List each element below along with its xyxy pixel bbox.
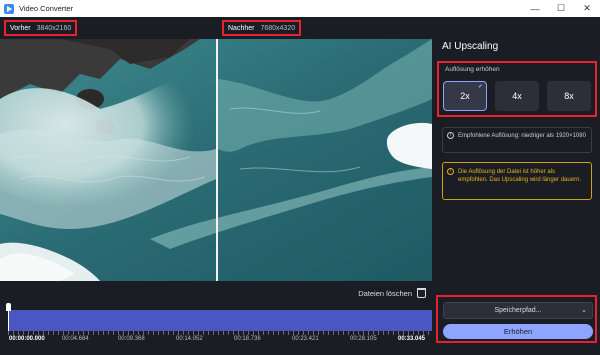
timeline-ruler	[8, 331, 432, 335]
timecode: 00:18.736	[234, 336, 261, 342]
timecode: 00:23.421	[292, 336, 319, 342]
output-group: Speicherpfad... ⌄ Erhöhen	[436, 295, 597, 343]
timeline-area: Dateien löschen 00:00:00.000 00:04.684 0…	[0, 281, 432, 355]
scale-4x-button[interactable]: 4x	[495, 81, 539, 111]
after-resolution: 7680x4320	[260, 24, 296, 32]
scale-option-label: 2x	[460, 91, 470, 101]
info-icon: i	[447, 132, 454, 139]
video-preview[interactable]	[0, 39, 432, 281]
check-icon: ✔	[477, 84, 483, 90]
timecode: 00:00:00.000	[9, 336, 45, 342]
delete-files-label: Dateien löschen	[358, 288, 412, 298]
warning-icon: !	[447, 168, 454, 175]
timeline-track[interactable]	[8, 310, 432, 331]
upscale-factor-group: Auflösung erhöhen 2x ✔ 4x 8x	[437, 61, 597, 117]
upscale-button[interactable]: Erhöhen	[443, 324, 593, 339]
before-badge: Vorher 3840x2160	[4, 20, 78, 36]
scale-2x-button[interactable]: 2x ✔	[443, 81, 487, 111]
recommended-resolution-note: i Empfohlene Auflösung: niedriger als 19…	[442, 127, 592, 153]
close-button[interactable]: ✕	[574, 0, 600, 17]
resolution-warning: ! Die Auflösung der Datei ist höher als …	[442, 162, 592, 200]
timecode: 00:28.105	[350, 336, 377, 342]
timecode-row: 00:00:00.000 00:04.684 00:09.368 00:14.0…	[0, 336, 432, 346]
save-path-label: Speicherpfad...	[494, 307, 542, 314]
timecode: 00:04.684	[62, 336, 89, 342]
scale-option-label: 4x	[512, 91, 522, 101]
maximize-button[interactable]: ☐	[548, 0, 574, 17]
warning-text: Die Auflösung der Datei ist höher als em…	[458, 169, 582, 184]
before-label: Vorher	[10, 24, 31, 32]
minimize-button[interactable]: —	[522, 0, 548, 17]
window-title: Video Converter	[19, 4, 74, 13]
timecode: 00:09.368	[118, 336, 145, 342]
preview-header: Vorher 3840x2160 Nachher 7680x4320	[0, 17, 432, 39]
after-badge: Nachher 7680x4320	[222, 20, 302, 36]
info-text: Empfohlene Auflösung: niedriger als 1920…	[458, 133, 586, 139]
timeline-playhead[interactable]	[6, 303, 11, 331]
title-bar: Video Converter — ☐ ✕	[0, 0, 600, 17]
delete-files-button[interactable]: Dateien löschen	[358, 288, 426, 298]
scale-8x-button[interactable]: 8x	[547, 81, 591, 111]
before-resolution: 3840x2160	[36, 24, 72, 32]
upscale-factor-label: Auflösung erhöhen	[445, 66, 500, 73]
app-icon	[4, 3, 14, 14]
panel-title: AI Upscaling	[442, 41, 499, 52]
timecode: 00:33.045	[398, 336, 426, 342]
timecode: 00:14.052	[176, 336, 203, 342]
scale-option-label: 8x	[564, 91, 574, 101]
ai-upscaling-panel: AI Upscaling Auflösung erhöhen 2x ✔ 4x 8…	[432, 17, 600, 355]
trash-icon	[417, 288, 426, 298]
comparison-divider[interactable]	[216, 39, 218, 281]
chevron-down-icon: ⌄	[581, 307, 587, 314]
after-label: Nachher	[228, 24, 255, 32]
save-path-dropdown[interactable]: Speicherpfad... ⌄	[443, 302, 593, 319]
